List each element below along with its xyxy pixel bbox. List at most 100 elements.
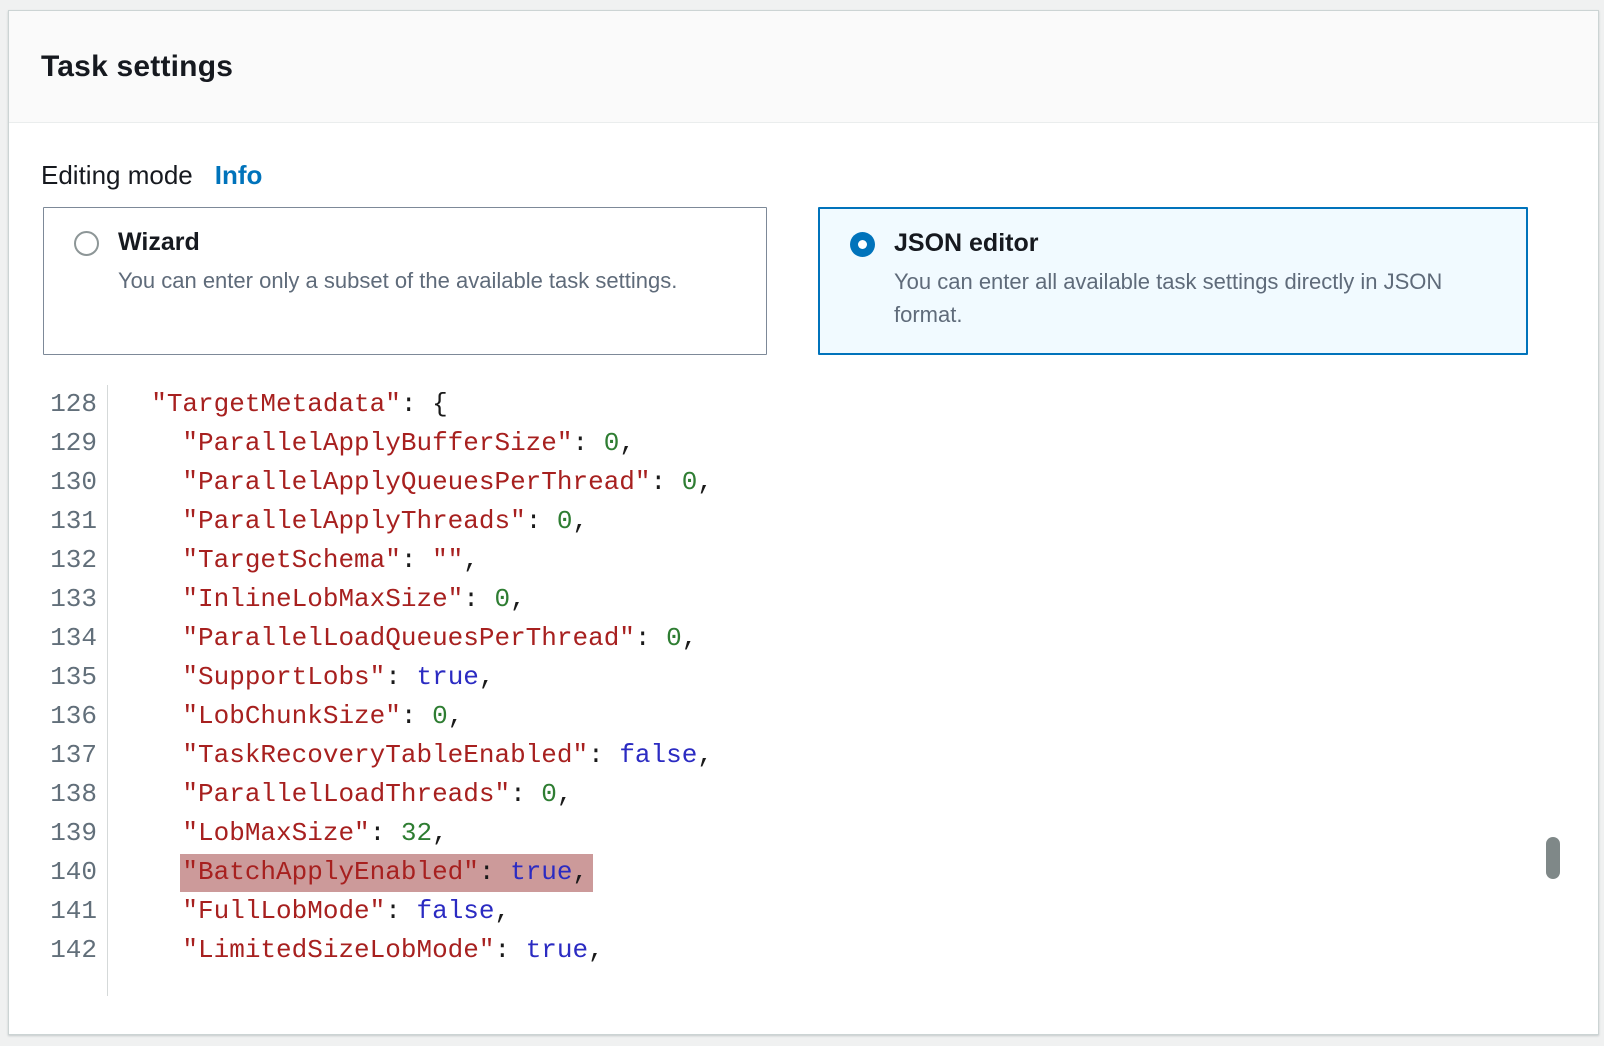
indent [120,935,182,965]
json-colon: : [401,389,432,419]
code-segment: "SupportLobs": true, [182,662,494,692]
json-key: "LimitedSizeLobMode" [182,935,494,965]
json-value: false [619,740,697,770]
indent [120,701,182,731]
json-colon: : [401,545,432,575]
code-line: "ParallelLoadQueuesPerThread": 0, [120,619,713,658]
json-comma: , [463,545,479,575]
page-title: Task settings [41,50,233,84]
json-key: "LobMaxSize" [182,818,369,848]
line-number: 139 [9,814,97,853]
editing-mode-label: Editing mode [41,159,193,191]
line-number: 134 [9,619,97,658]
tile-wizard[interactable]: Wizard You can enter only a subset of th… [43,207,767,355]
json-comma: , [432,818,448,848]
line-number: 138 [9,775,97,814]
indent [120,779,182,809]
json-value: 32 [401,818,432,848]
json-key: "FullLobMode" [182,896,385,926]
indent [120,623,182,653]
tile-description: You can enter only a subset of the avail… [118,264,677,297]
json-value: 0 [541,779,557,809]
json-key: "TargetSchema" [182,545,400,575]
code-line: "TargetSchema": "", [120,541,713,580]
line-number: 137 [9,736,97,775]
line-number: 132 [9,541,97,580]
editing-mode-row: Editing mode Info [41,159,1598,191]
json-value: 0 [604,428,620,458]
json-value: 0 [666,623,682,653]
info-link[interactable]: Info [215,159,263,191]
code-line: "TargetMetadata": { [120,385,713,424]
line-number: 128 [9,385,97,424]
tile-label: Wizard [118,226,677,258]
code-line: "LobChunkSize": 0, [120,697,713,736]
json-key: "SupportLobs" [182,662,385,692]
json-comma: , [682,623,698,653]
json-key: "TaskRecoveryTableEnabled" [182,740,588,770]
indent [120,857,182,887]
json-value: true [526,935,588,965]
line-number: 130 [9,463,97,502]
json-comma: , [448,701,464,731]
json-colon: : [573,428,604,458]
line-number: 129 [9,424,97,463]
code-segment: "ParallelApplyQueuesPerThread": 0, [182,467,713,497]
panel-header: Task settings [9,11,1598,123]
indent [120,545,182,575]
json-comma: , [573,506,589,536]
json-key: "ParallelApplyBufferSize" [182,428,572,458]
json-colon: : [494,935,525,965]
json-key: "ParallelLoadThreads" [182,779,510,809]
json-colon: : [651,467,682,497]
json-comma: , [557,779,573,809]
code-segment: "InlineLobMaxSize": 0, [182,584,525,614]
tile-json-editor[interactable]: JSON editor You can enter all available … [818,207,1528,355]
json-colon: : [385,662,416,692]
json-editor[interactable]: 1281291301311321331341351361371381391401… [9,385,1598,996]
json-comma: , [495,896,511,926]
json-value: true [510,857,572,887]
json-comma: , [573,857,589,887]
code-segment: "ParallelApplyBufferSize": 0, [182,428,635,458]
json-colon: : [463,584,494,614]
json-comma: , [619,428,635,458]
json-key: "InlineLobMaxSize" [182,584,463,614]
json-value: true [416,662,478,692]
json-value: 0 [495,584,511,614]
code-segment: "LimitedSizeLobMode": true, [182,935,603,965]
code-line: "ParallelApplyBufferSize": 0, [120,424,713,463]
line-number: 136 [9,697,97,736]
tile-text: JSON editor You can enter all available … [894,227,1499,353]
tile-description: You can enter all available task setting… [894,265,1499,331]
indent [120,584,182,614]
indent [120,740,182,770]
code-line: "LobMaxSize": 32, [120,814,713,853]
json-colon: : [635,623,666,653]
line-number: 135 [9,658,97,697]
json-value: "" [432,545,463,575]
code-line: "SupportLobs": true, [120,658,713,697]
editor-scrollbar-thumb[interactable] [1546,837,1560,879]
json-value: { [432,389,448,419]
radio-unselected-icon[interactable] [74,231,99,256]
json-comma: , [510,584,526,614]
line-number: 131 [9,502,97,541]
editor-code: "TargetMetadata": { "ParallelApplyBuffer… [108,385,713,996]
tile-text: Wizard You can enter only a subset of th… [118,226,677,354]
radio-selected-icon[interactable] [850,232,875,257]
highlighted-code-segment: "BatchApplyEnabled": true, [180,854,593,892]
indent [120,662,182,692]
line-number: 140 [9,853,97,892]
code-line: "BatchApplyEnabled": true, [120,853,713,892]
code-line: "FullLobMode": false, [120,892,713,931]
json-colon: : [588,740,619,770]
json-comma: , [697,740,713,770]
json-value: false [416,896,494,926]
code-segment: "LobMaxSize": 32, [182,818,447,848]
code-segment: "ParallelLoadThreads": 0, [182,779,572,809]
line-number: 133 [9,580,97,619]
code-line: "LimitedSizeLobMode": true, [120,931,713,970]
json-comma: , [588,935,604,965]
indent [120,818,182,848]
